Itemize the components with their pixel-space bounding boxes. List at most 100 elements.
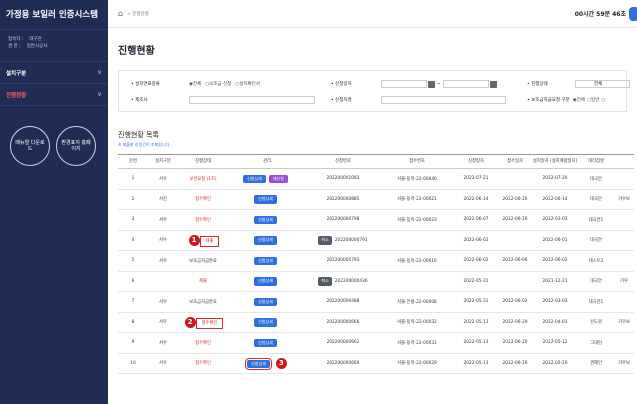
receipt-number-cell: 서울-동작-22-00021 bbox=[380, 189, 454, 210]
detail-button[interactable]: 신청상세 bbox=[254, 215, 277, 224]
detail-button[interactable]: 신청상세 bbox=[245, 357, 272, 371]
install-type-cell: 서우 bbox=[148, 312, 178, 333]
install-type-cell: 서우 bbox=[148, 230, 178, 251]
agency-cell: 대국안 bbox=[578, 271, 614, 292]
status-select[interactable]: 전체 bbox=[575, 80, 630, 88]
application-date-cell: 2022-06-02 bbox=[454, 230, 498, 251]
manage-cell: 신청상세 재신청 bbox=[228, 168, 306, 190]
table-row: 5 서우 보조금지급완료 신청상세 202200000793 서울-동작-22-00016… bbox=[118, 250, 634, 272]
receipt-date-cell: 2022-06-02 bbox=[498, 291, 532, 313]
detail-button[interactable]: 신청상세 bbox=[254, 277, 277, 286]
sidebar-item-progress[interactable]: 진행현황 ∨ bbox=[0, 84, 108, 106]
subsidy-radio-general[interactable]: ○일반 bbox=[587, 97, 599, 103]
sidebar-item-install-type[interactable]: 설치구분 ∨ bbox=[0, 62, 108, 84]
role-value: 일반시공사 bbox=[26, 44, 48, 49]
progress-table: 순번 설치구분 진행상태 관리 신청번호 접수번호 신청일자 접수일자 설치일자 (설치예정일자… bbox=[118, 154, 634, 374]
extra-cell bbox=[614, 291, 634, 313]
detail-button[interactable]: 신청상세 bbox=[254, 297, 277, 306]
application-number: 202200000436 bbox=[334, 279, 368, 284]
application-number: 202200000791 bbox=[334, 238, 368, 243]
status-text: 접수확인 bbox=[195, 217, 211, 223]
status-cell: 2 접수확인 bbox=[178, 312, 228, 333]
application-number: 202200000798 bbox=[326, 217, 360, 223]
status-text: 제출 bbox=[199, 279, 207, 285]
calendar-icon[interactable] bbox=[489, 80, 497, 88]
status-text: 접수확인 bbox=[195, 317, 224, 329]
application-number-cell: 202200000488 bbox=[306, 291, 380, 313]
sidebar-item-label: 설치구분 bbox=[6, 70, 27, 77]
receipt-date-cell bbox=[498, 230, 532, 251]
install-type-cell: 서우 bbox=[148, 209, 178, 231]
manual-download-button[interactable]: 매뉴얼 다운로드 bbox=[10, 126, 50, 166]
receipt-date-cell bbox=[498, 168, 532, 190]
applicant-input[interactable] bbox=[381, 96, 506, 104]
column-header: 신청번호 bbox=[306, 154, 380, 169]
subsidy-radio-other[interactable]: ○ bbox=[601, 98, 605, 103]
fuel-type-radio-subsidy[interactable]: ○보조금 신청 bbox=[205, 81, 231, 87]
application-date-cell: 2022-06-14 bbox=[454, 189, 498, 210]
chevron-down-icon: ∨ bbox=[97, 69, 102, 76]
application-number: 202200000666 bbox=[326, 319, 360, 325]
status-cell: 접수확인 bbox=[178, 189, 228, 210]
detail-button[interactable]: 신청상세 bbox=[254, 318, 277, 327]
extra-cell bbox=[614, 209, 634, 231]
detail-button[interactable]: 신청상세 bbox=[243, 174, 266, 183]
manage-cell: 신청상세 3 bbox=[228, 353, 306, 374]
status-text: 보완요청 (1차) bbox=[189, 176, 217, 182]
cancel-button[interactable]: 취소 bbox=[318, 236, 332, 245]
extend-session-button[interactable] bbox=[629, 6, 637, 21]
row-number: 5 bbox=[118, 250, 148, 272]
user-value: 대구안 bbox=[29, 37, 42, 42]
application-number-cell: 202200000793 bbox=[306, 250, 380, 272]
manage-cell: 신청상세 bbox=[228, 271, 306, 292]
list-title: 진행현황 목록 bbox=[118, 131, 159, 139]
sidebar: 가정용 보일러 인증시스템 접속자 : 대구안 권 한 : 일반시공사 설치구분 ∨… bbox=[0, 0, 108, 404]
manage-cell: 신청상세 bbox=[228, 312, 306, 333]
receipt-number-cell: 서울-동작-22-00032 bbox=[380, 312, 454, 333]
status-cell: 보완요청 (1차) bbox=[178, 168, 228, 190]
home-icon[interactable]: ⌂ bbox=[118, 9, 123, 18]
subsidy-radio-all[interactable]: ◉전체 bbox=[573, 97, 585, 103]
application-date-cell: 2022-06-07 bbox=[454, 209, 498, 231]
calendar-icon[interactable] bbox=[428, 80, 435, 88]
maker-input[interactable] bbox=[189, 96, 315, 104]
table-row: 4 서우 1 제출 신청상세 취소 202200000791 2022-06-02 2022-0… bbox=[118, 230, 634, 251]
column-header: 대리점명 bbox=[578, 154, 614, 169]
end-date-input[interactable] bbox=[442, 80, 489, 88]
row-number: 3 bbox=[118, 209, 148, 231]
application-date-cell: 2022-05-31 bbox=[454, 291, 498, 313]
application-date-cell: 2022-05-13 bbox=[454, 312, 498, 333]
fuel-type-radio-all[interactable]: ◉전체 bbox=[189, 81, 201, 87]
page-title: 진행현황 bbox=[118, 46, 155, 57]
application-number-cell: 202200000666 bbox=[306, 312, 380, 333]
status-cell: 보조금지급완료 bbox=[178, 250, 228, 272]
agency-cell: 권혜인 bbox=[578, 353, 614, 374]
install-date-cell: 2022-06-01 bbox=[532, 230, 578, 251]
receipt-number-cell bbox=[380, 230, 454, 251]
application-number: 202200000662 bbox=[326, 340, 360, 346]
extra-cell: 거우 bbox=[614, 271, 634, 292]
eco-label-homepage-button[interactable]: 환경표지 홈페이지 bbox=[56, 126, 96, 166]
receipt-number-cell: 서울-동작-22-00040 bbox=[380, 168, 454, 190]
column-header: 관리 bbox=[228, 154, 306, 169]
row-number: 7 bbox=[118, 291, 148, 313]
column-header: 진행상태 bbox=[178, 154, 228, 169]
detail-button[interactable]: 신청상세 bbox=[254, 195, 277, 204]
detail-button[interactable]: 신청상세 bbox=[254, 236, 277, 245]
table-row: 3 서우 접수확인 신청상세 202200000798 서울-동작-22-00023 202… bbox=[118, 209, 634, 231]
breadcrumb: > 진행현황 bbox=[127, 11, 149, 17]
filter-panel: • 설치연료종류 ◉전체 ○보조금 신청 ○설치확인서 • 신청일자 ~ • 진… bbox=[118, 70, 630, 112]
extra-cell bbox=[614, 230, 634, 251]
row-number: 2 bbox=[118, 189, 148, 210]
receipt-number-cell: 서울-은평-22-00008 bbox=[380, 291, 454, 313]
detail-button[interactable]: 신청상세 bbox=[254, 256, 277, 265]
detail-button[interactable]: 신청상세 bbox=[254, 338, 277, 347]
install-date-cell: 2022-03-03 bbox=[532, 291, 578, 313]
cancel-button[interactable]: 취소 bbox=[318, 277, 332, 286]
status-label: • 진행상태 bbox=[527, 82, 548, 87]
install-date-cell: 2022-05-12 bbox=[532, 332, 578, 354]
manage-cell: 신청상세 bbox=[228, 230, 306, 251]
reapply-button[interactable]: 재신청 bbox=[268, 174, 288, 183]
start-date-input[interactable] bbox=[381, 80, 427, 88]
fuel-type-radio-certificate[interactable]: ○설치확인서 bbox=[235, 81, 260, 87]
